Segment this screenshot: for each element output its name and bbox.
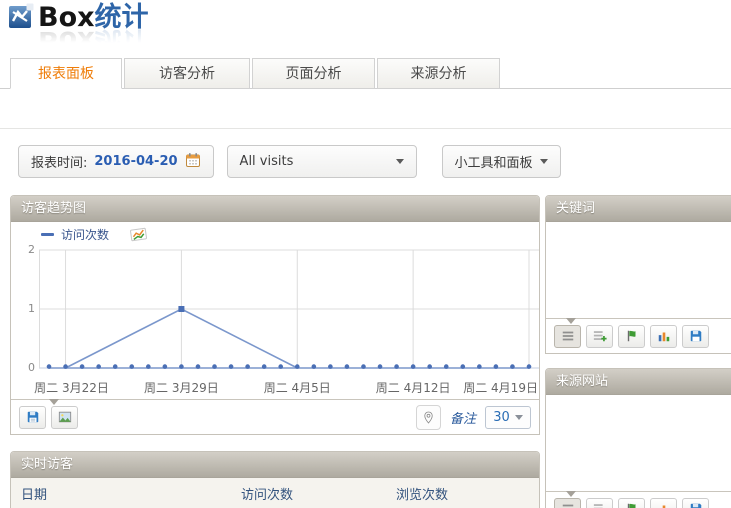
goals-flag-button[interactable] (618, 325, 645, 348)
dashboard-page: Box统计 Box统计 报表面板 访客分析 页面分析 来源分析 报表时间: 20… (0, 0, 731, 508)
export-image-button[interactable] (51, 406, 78, 429)
keywords-widget-footer (546, 318, 731, 353)
column-header-date[interactable]: 日期 (11, 484, 231, 503)
footer-collapse-icon[interactable] (566, 491, 576, 497)
legend-series-label: 访问次数 (61, 226, 109, 243)
trend-widget-footer: 备注 30 (11, 399, 539, 434)
table-view-button[interactable] (554, 325, 581, 348)
main-tabbar: 报表面板 访客分析 页面分析 来源分析 (0, 59, 731, 89)
tab-report-dashboard[interactable]: 报表面板 (10, 58, 122, 89)
y-axis-label: 0 (19, 361, 35, 374)
table-more-columns-button[interactable] (586, 498, 613, 508)
realtime-visitors-widget: 实时访客 日期 访问次数 浏览次数 (10, 451, 540, 508)
bar-chart-view-button[interactable] (650, 498, 677, 508)
visitor-trend-widget: 访客趋势图 访问次数 012 周二 3月2 (10, 195, 540, 435)
goals-flag-button[interactable] (618, 498, 645, 508)
trend-chart-svg (39, 244, 539, 376)
calendar-icon (185, 152, 201, 172)
table-more-columns-button[interactable] (586, 325, 613, 348)
referrers-widget-header[interactable]: 来源网站 (546, 369, 731, 395)
app-logo[interactable]: Box统计 Box统计 (8, 3, 149, 54)
chevron-down-icon (540, 159, 548, 164)
tab-referrer-analysis[interactable]: 来源分析 (377, 58, 500, 89)
footer-collapse-icon[interactable] (49, 399, 59, 405)
y-axis-label: 2 (19, 243, 35, 256)
column-header-visits[interactable]: 访问次数 (231, 484, 386, 503)
widgets-and-dashboard-button[interactable]: 小工具和面板 (442, 145, 561, 178)
widgets-button-label: 小工具和面板 (455, 152, 533, 171)
metric-picker-icon[interactable] (130, 226, 147, 243)
tab-visitor-analysis[interactable]: 访客分析 (124, 58, 250, 89)
x-axis-label: 周二 4月19日 (463, 379, 538, 396)
segment-selector[interactable]: All visits (227, 145, 417, 178)
x-axis-ticks: 周二 3月22日周二 3月29日周二 4月5日周二 4月12日周二 4月19日 (39, 376, 539, 399)
realtime-widget-header[interactable]: 实时访客 (11, 452, 539, 478)
visitor-trend-widget-header[interactable]: 访客趋势图 (11, 196, 539, 222)
footer-collapse-icon[interactable] (566, 318, 576, 324)
referrers-widget-footer (546, 491, 731, 508)
bar-chart-view-button[interactable] (650, 325, 677, 348)
annotations-pin-button[interactable] (416, 405, 441, 430)
keywords-widget-body (546, 222, 731, 318)
referrers-widget-body (546, 395, 731, 491)
annotations-link[interactable]: 备注 (450, 408, 476, 427)
chart-legend: 访问次数 (11, 222, 539, 242)
legend-line-swatch (41, 233, 54, 236)
x-axis-label: 周二 3月22日 (34, 379, 109, 396)
report-toolbar: 报表时间: 2016-04-20 All visits 小工具 (18, 145, 561, 178)
row-limit-select[interactable]: 30 (485, 406, 531, 429)
date-value: 2016-04-20 (94, 154, 177, 169)
date-label: 报表时间: (31, 152, 87, 171)
column-header-pageviews[interactable]: 浏览次数 (386, 484, 539, 503)
y-axis-label: 1 (19, 302, 35, 315)
tab-page-analysis[interactable]: 页面分析 (252, 58, 375, 89)
chevron-down-icon (515, 415, 523, 420)
keywords-widget-header[interactable]: 关键词 (546, 196, 731, 222)
row-limit-value: 30 (493, 410, 510, 425)
chevron-down-icon (396, 159, 404, 164)
referrer-websites-widget: 来源网站 (545, 368, 731, 508)
dashboard-right-column: 关键词 (545, 195, 731, 508)
logo-reflection: Box统计 (8, 26, 149, 54)
export-data-button[interactable] (19, 406, 46, 429)
export-data-button[interactable] (682, 498, 709, 508)
x-axis-label: 周二 4月12日 (376, 379, 451, 396)
date-range-selector[interactable]: 报表时间: 2016-04-20 (18, 145, 214, 178)
segment-value: All visits (240, 154, 294, 169)
realtime-table-header: 日期 访问次数 浏览次数 (11, 478, 539, 508)
table-view-button[interactable] (554, 498, 581, 508)
trend-line-chart: 012 (39, 244, 537, 376)
export-data-button[interactable] (682, 325, 709, 348)
x-axis-label: 周二 4月5日 (264, 379, 331, 396)
x-axis-label: 周二 3月29日 (144, 379, 219, 396)
dashboard-left-column: 访客趋势图 访问次数 012 周二 3月2 (10, 195, 540, 508)
header-divider (0, 128, 731, 129)
keywords-widget: 关键词 (545, 195, 731, 354)
